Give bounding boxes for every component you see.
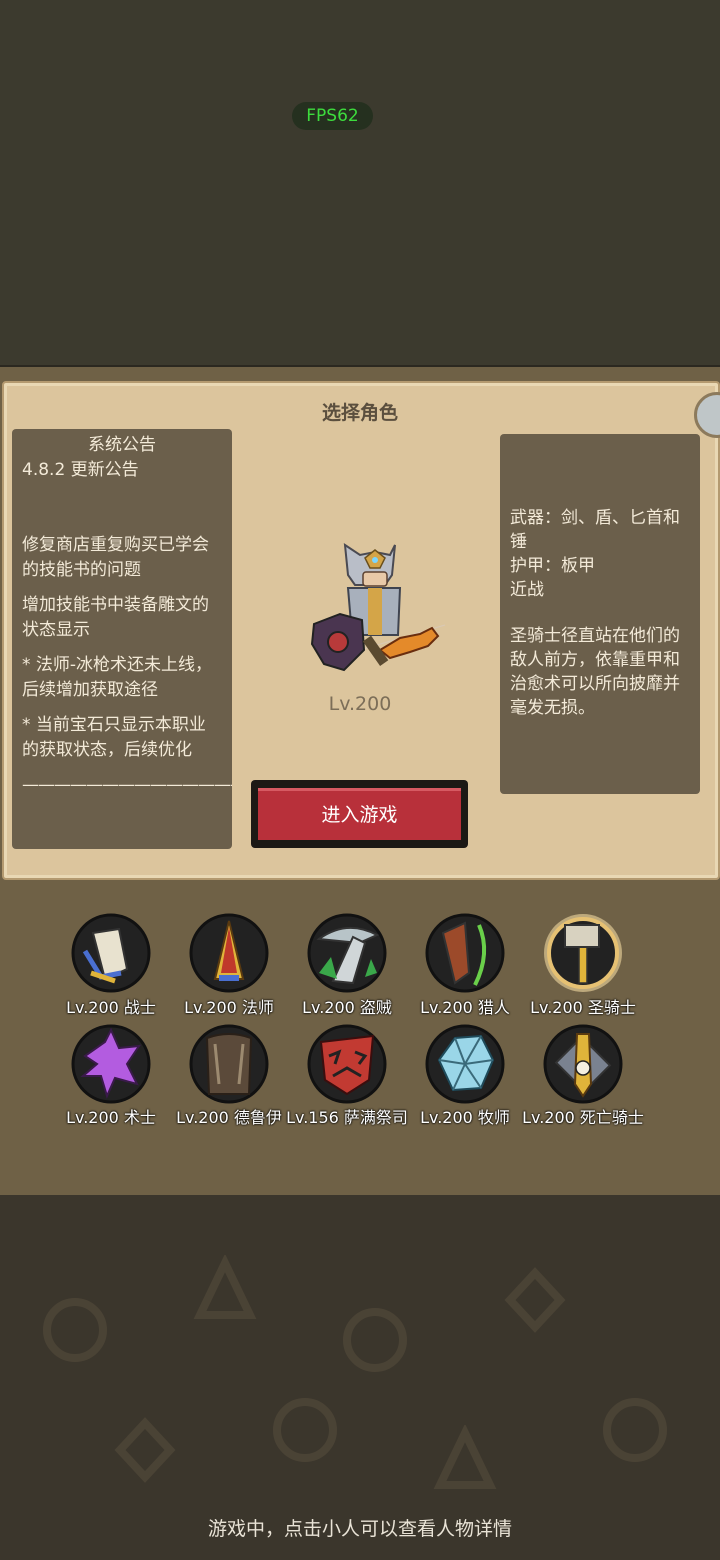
class-info: 武器：剑、盾、匕首和锤 护甲：板甲 近战 圣骑士径直站在他们的敌人前方，依靠重甲… [500,434,700,794]
info-range: 近战 [510,580,544,600]
system-notice: 系统公告 4.8.2 更新公告 修复商店重复购买已学会的技能书的问题 增加技能书… [12,429,232,849]
death-knight-icon[interactable] [543,1024,623,1104]
background-pattern-area [0,1195,720,1560]
fps-counter: FPS62 [292,102,373,130]
decorative-glyph-icon [193,1255,257,1319]
class-label-druid[interactable]: Lv.200 德鲁伊 [164,1104,294,1128]
notice-item: * 法师-冰枪术还未上线，后续增加获取途径 [22,655,213,700]
notice-divider: —————————————— [22,775,232,795]
paladin-character-sprite[interactable] [300,540,450,690]
decorative-glyph-icon [114,1417,176,1483]
class-label-priest[interactable]: Lv.200 牧师 [400,1104,530,1128]
enter-game-label: 进入游戏 [258,788,461,840]
hunter-icon[interactable] [425,913,505,993]
class-label-paladin[interactable]: Lv.200 圣骑士 [518,994,648,1018]
class-label-mage[interactable]: Lv.200 法师 [164,994,294,1018]
info-armor: 护甲：板甲 [510,556,595,576]
info-weapon: 武器：剑、盾、匕首和锤 [510,508,680,552]
decorative-glyph-icon [504,1267,566,1333]
paladin-icon[interactable] [543,913,623,993]
warrior-icon[interactable] [71,913,151,993]
selected-level: Lv.200 [328,693,392,715]
panel-title: 选择角色 [321,402,398,424]
rogue-icon[interactable] [307,913,387,993]
notice-title: 系统公告 [88,435,156,455]
decorative-glyph-icon [433,1425,497,1489]
hint-text: 游戏中，点击小人可以查看人物详情 [207,1518,512,1540]
notice-version: 4.8.2 更新公告 [22,460,139,480]
notice-item: * 当前宝石只显示本职业的获取状态，后续优化 [22,715,206,760]
info-description: 圣骑士径直站在他们的敌人前方，依靠重甲和治愈术可以所向披靡并毫发无损。 [510,626,680,718]
notice-item: 增加技能书中装备雕文的状态显示 [22,595,209,640]
class-label-warlock[interactable]: Lv.200 术士 [46,1104,176,1128]
decorative-glyph-icon [273,1398,337,1462]
druid-icon[interactable] [189,1024,269,1104]
class-label-death-knight[interactable]: Lv.200 死亡骑士 [518,1104,648,1128]
class-label-warrior[interactable]: Lv.200 战士 [46,994,176,1018]
priest-icon[interactable] [425,1024,505,1104]
class-label-shaman[interactable]: Lv.156 萨满祭司 [282,1104,412,1128]
decorative-glyph-icon [43,1298,107,1362]
warlock-icon[interactable] [71,1024,151,1104]
mage-icon[interactable] [189,913,269,993]
top-area: FPS62 [0,0,720,365]
class-label-hunter[interactable]: Lv.200 猎人 [400,994,530,1018]
shaman-icon[interactable] [307,1024,387,1104]
enter-game-button[interactable]: 进入游戏 [251,780,468,848]
class-label-rogue[interactable]: Lv.200 盗贼 [282,994,412,1018]
decorative-glyph-icon [603,1398,667,1462]
decorative-glyph-icon [343,1308,407,1372]
notice-item: 修复商店重复购买已学会的技能书的问题 [22,535,209,580]
